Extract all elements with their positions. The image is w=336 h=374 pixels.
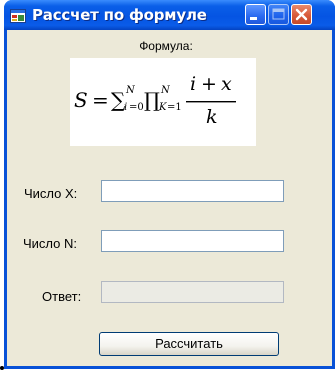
- x-label: Число X:: [24, 186, 78, 201]
- formula-label: Формула:: [139, 39, 193, 53]
- maximize-icon: [272, 8, 285, 20]
- app-icon: [10, 8, 26, 23]
- window-title: Рассчет по формуле: [32, 6, 207, 24]
- close-icon: [295, 8, 308, 21]
- calculate-button[interactable]: Рассчитать: [99, 332, 279, 356]
- maximize-button[interactable]: [268, 4, 289, 25]
- n-input[interactable]: [101, 230, 284, 252]
- title-bar[interactable]: Рассчет по формуле: [4, 0, 335, 30]
- close-button[interactable]: [291, 4, 312, 25]
- minimize-icon: [250, 17, 257, 20]
- answer-label: Ответ:: [42, 289, 82, 304]
- n-label: Число N:: [23, 236, 77, 251]
- minimize-button[interactable]: [245, 4, 266, 25]
- bullet-dot: [0, 366, 4, 370]
- fraction-bar: [186, 101, 236, 103]
- formula-image: S = ∑ N i =0 ∏ N K =1 i + x k: [70, 58, 256, 146]
- answer-output: [101, 281, 284, 303]
- x-input[interactable]: [101, 180, 284, 202]
- app-window: Рассчет по формуле Формула: S = ∑ N i =0…: [4, 0, 335, 369]
